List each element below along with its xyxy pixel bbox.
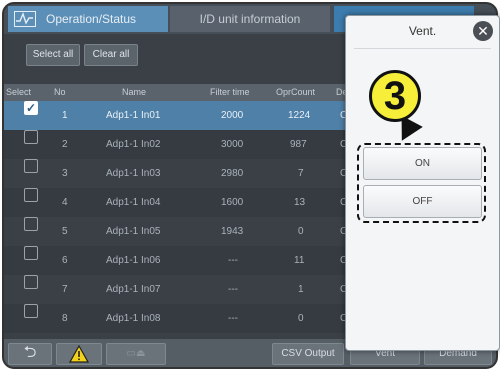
row-no: 6: [62, 255, 68, 266]
row-oprcount: 987: [290, 139, 307, 150]
row-oprcount: 11: [294, 255, 305, 266]
row-name: Adp1-1 In05: [106, 226, 161, 237]
row-no: 2: [62, 139, 68, 150]
row-no: 7: [62, 284, 68, 295]
clear-all-button[interactable]: Clear all: [84, 44, 138, 66]
row-name: Adp1-1 In08: [106, 313, 161, 324]
back-arrow-icon: ⮌: [23, 344, 37, 361]
row-oprcount: 1224: [288, 110, 311, 121]
row-name: Adp1-1 In06: [106, 255, 161, 266]
select-all-button[interactable]: Select all: [26, 44, 80, 66]
column-header-no: No: [54, 87, 66, 97]
row-checkbox[interactable]: [24, 304, 38, 318]
csv-output-button[interactable]: CSV Output: [272, 343, 344, 365]
row-filter-time: ---: [228, 313, 238, 324]
row-filter-time: ---: [228, 255, 238, 266]
row-oprcount: 7: [298, 168, 304, 179]
tab-id-unit-information[interactable]: I/D unit information: [170, 6, 330, 32]
column-header-select: Select: [6, 87, 32, 97]
back-button[interactable]: ⮌: [8, 343, 52, 365]
column-header-oprcount: OprCount: [276, 87, 316, 97]
alarm-button[interactable]: [56, 343, 102, 365]
row-oprcount: 0: [298, 226, 304, 237]
popup-divider: [354, 48, 491, 49]
eject-button[interactable]: ▭⏏: [106, 343, 166, 365]
tab-operation-status-label: Operation/Status: [46, 12, 137, 26]
row-name: Adp1-1 In04: [106, 197, 161, 208]
waveform-icon: [14, 11, 36, 27]
row-no: 1: [62, 110, 68, 121]
row-checkbox[interactable]: [24, 217, 38, 231]
row-filter-time: 2000: [221, 110, 244, 121]
row-oprcount: 13: [294, 197, 306, 208]
row-no: 3: [62, 168, 68, 179]
row-name: Adp1-1 In03: [106, 168, 161, 179]
row-no: 5: [62, 226, 68, 237]
column-header-filter-time: Filter time: [210, 87, 250, 97]
row-name: Adp1-1 In07: [106, 284, 161, 295]
row-checkbox[interactable]: ✓: [24, 101, 38, 115]
row-name: Adp1-1 In01: [106, 110, 161, 121]
row-no: 4: [62, 197, 68, 208]
row-filter-time: 1600: [221, 197, 244, 208]
row-filter-time: 3000: [221, 139, 244, 150]
row-oprcount: 0: [298, 313, 304, 324]
eject-icon: ▭⏏: [126, 348, 146, 359]
callout-step-badge: 3: [369, 70, 421, 122]
row-name: Adp1-1 In02: [106, 139, 161, 150]
callout-dashed-highlight: [357, 143, 486, 223]
column-header-name: Name: [122, 87, 147, 97]
row-checkbox[interactable]: [24, 246, 38, 260]
warning-icon: [68, 344, 90, 363]
row-filter-time: 2980: [221, 168, 244, 179]
row-no: 8: [62, 313, 68, 324]
row-oprcount: 1: [298, 284, 304, 295]
row-checkbox[interactable]: [24, 188, 38, 202]
row-checkbox[interactable]: [24, 275, 38, 289]
row-filter-time: ---: [228, 284, 238, 295]
close-icon[interactable]: ✕: [473, 21, 493, 41]
tab-operation-status[interactable]: Operation/Status: [8, 6, 168, 32]
row-checkbox[interactable]: [24, 159, 38, 173]
row-checkbox[interactable]: [24, 130, 38, 144]
row-filter-time: 1943: [221, 226, 244, 237]
